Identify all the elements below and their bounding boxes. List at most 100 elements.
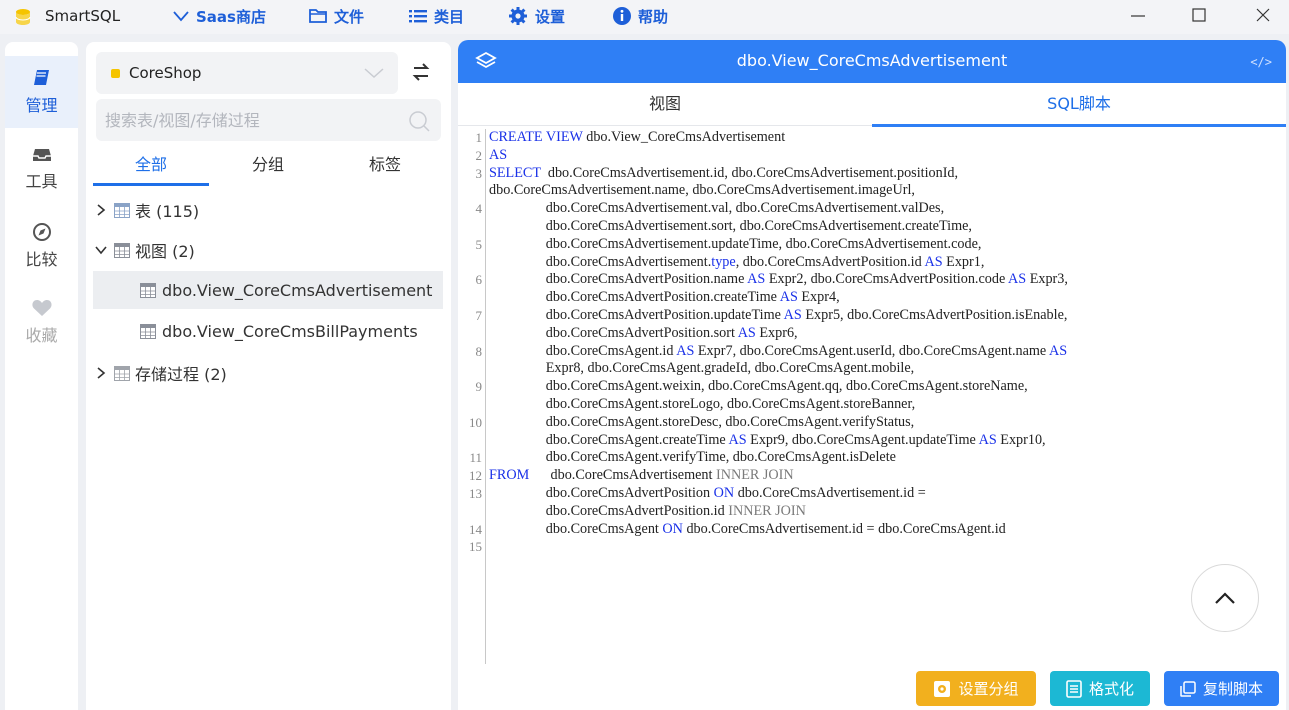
tab-group[interactable]: 分组 — [210, 150, 326, 186]
set-group-label: 设置分组 — [958, 680, 1019, 698]
chevron-right-icon — [93, 204, 109, 216]
tree-node-procedures[interactable]: 存储过程 (2) — [93, 355, 227, 391]
menu-settings[interactable]: 设置 — [507, 5, 565, 27]
rail-item-tools-label: 工具 — [25, 172, 58, 191]
sql-text: dbo.CoreCmsAdvertisement.id = dbo.CoreCm… — [682, 520, 1006, 537]
chevron-down-icon — [364, 68, 384, 79]
sql-text: Expr4, — [797, 289, 840, 306]
code-line: AS — [489, 147, 507, 165]
editor-tabs: 视图 SQL脚本 — [458, 83, 1286, 127]
view-icon — [140, 323, 156, 339]
line-number: 15 — [469, 539, 482, 555]
code-line: dbo.CoreCmsAdvertPosition.updateTime AS … — [489, 307, 1068, 325]
sql-text: dbo.CoreCmsAdvertPosition.id — [489, 502, 729, 519]
sql-text: dbo.CoreCmsAdvertisement. — [489, 253, 712, 270]
sql-keyword: INNER JOIN — [716, 467, 794, 484]
line-number: 10 — [469, 414, 482, 430]
sql-keyword: type — [711, 253, 736, 270]
set-group-button[interactable]: 设置分组 — [916, 671, 1036, 706]
copy-script-label: 复制脚本 — [1202, 680, 1263, 698]
title-bar: SmartSQL Saas商店 文件 类目 设置 帮助 — [0, 0, 1289, 34]
sql-text: dbo.CoreCmsAdvertPosition.sort — [489, 324, 738, 341]
line-number: 14 — [469, 521, 482, 537]
sql-text: , dbo.CoreCmsAdvertPosition.id — [735, 253, 925, 270]
view-icon — [114, 242, 130, 258]
search-icon[interactable] — [407, 109, 431, 133]
sql-keyword: AS — [779, 289, 798, 306]
sql-text: dbo.View_CoreCmsAdvertisement — [582, 129, 786, 145]
line-number: 5 — [475, 236, 483, 252]
line-number: 12 — [469, 468, 482, 484]
close-button[interactable] — [1250, 4, 1276, 26]
rail-item-manage[interactable]: 管理 — [5, 56, 78, 128]
sql-keyword: AS — [978, 431, 997, 448]
code-line: dbo.CoreCmsAgent.storeDesc, dbo.CoreCmsA… — [489, 414, 914, 432]
view-icon — [140, 282, 156, 298]
minimize-icon — [1131, 15, 1145, 17]
code-line: dbo.CoreCmsAdvertisement.updateTime, dbo… — [489, 236, 982, 254]
group-settings-icon — [934, 680, 951, 697]
side-rail: 管理 工具 比较 收藏 — [5, 42, 78, 710]
scroll-top-button[interactable] — [1191, 564, 1259, 632]
menu-file[interactable]: 文件 — [308, 5, 364, 27]
rail-item-favorites[interactable]: 收藏 — [5, 298, 78, 346]
menu-saas-store[interactable]: Saas商店 — [172, 5, 266, 27]
editor-title: dbo.View_CoreCmsAdvertisement — [736, 51, 1008, 70]
code-line: FROM dbo.CoreCmsAdvertisement INNER JOIN — [489, 467, 794, 485]
tree-filter-tabs: 全部 分组 标签 — [93, 150, 443, 186]
code-line: dbo.CoreCmsAgent.verifyTime, dbo.CoreCms… — [489, 449, 896, 467]
rail-item-compare[interactable]: 比较 — [5, 222, 78, 270]
info-icon — [613, 7, 631, 25]
rail-item-tools[interactable]: 工具 — [5, 146, 78, 192]
code-line: Expr8, dbo.CoreCmsAgent.gradeId, dbo.Cor… — [489, 360, 914, 378]
compass-icon — [32, 223, 51, 241]
tree-node-views[interactable]: 视图 (2) — [93, 232, 195, 268]
tab-tag[interactable]: 标签 — [327, 150, 443, 186]
sql-keyword: CREATE VIEW — [489, 129, 583, 145]
sql-text: Expr2, dbo.CoreCmsAdvertPosition.code — [765, 271, 1009, 288]
line-number: 13 — [469, 486, 482, 501]
code-line: dbo.CoreCmsAgent.weixin, dbo.CoreCmsAgen… — [489, 378, 1028, 396]
search-input[interactable] — [96, 99, 386, 141]
sql-text: dbo.CoreCmsAdvertisement.sort, dbo.CoreC… — [489, 218, 972, 234]
book-icon — [33, 70, 49, 85]
refresh-icon[interactable] — [408, 59, 434, 85]
line-gutter: 1 2 3 4 5 6 7 8 9 10 11 12 13 14 15 — [458, 129, 486, 664]
sql-text: Expr9, dbo.CoreCmsAgent.updateTime — [746, 431, 979, 448]
copy-script-button[interactable]: 复制脚本 — [1164, 671, 1279, 706]
tree-node-tables[interactable]: 表 (115) — [93, 192, 199, 228]
list-icon — [409, 10, 427, 23]
database-select[interactable]: CoreShop — [96, 52, 398, 94]
sql-text: dbo.CoreCmsAdvertisement.id, dbo.CoreCms… — [540, 164, 959, 181]
tab-sql-script[interactable]: SQL脚本 — [872, 83, 1286, 127]
format-button[interactable]: 格式化 — [1050, 671, 1150, 706]
sql-keyword: AS — [924, 253, 943, 270]
sql-text: dbo.CoreCmsAdvertisement.val, dbo.CoreCm… — [489, 200, 945, 217]
chevron-up-icon — [1215, 592, 1235, 604]
tree-leaf-view-advertisement[interactable]: dbo.View_CoreCmsAdvertisement — [93, 271, 443, 309]
app-title: SmartSQL — [45, 7, 121, 25]
code-toggle-icon[interactable]: </> — [1250, 55, 1272, 69]
minimize-button[interactable] — [1125, 4, 1151, 26]
format-icon — [1066, 679, 1082, 698]
code-line: dbo.CoreCmsAdvertPosition.createTime AS … — [489, 289, 840, 307]
line-number: 6 — [475, 272, 483, 288]
sql-code-area[interactable]: 1 2 3 4 5 6 7 8 9 10 11 12 13 14 15 CREATE VIEW dbo.Vi… — [458, 129, 1286, 664]
copy-icon — [1180, 680, 1196, 697]
tree-leaf-view-billpayments[interactable]: dbo.View_CoreCmsBillPayments — [93, 312, 443, 350]
sql-text: Expr7, dbo.CoreCmsAgent.userId, dbo.Core… — [694, 342, 1049, 359]
menu-category[interactable]: 类目 — [408, 5, 464, 27]
code-line: dbo.CoreCmsAdvertisement.type, dbo.CoreC… — [489, 253, 985, 272]
tab-all[interactable]: 全部 — [93, 150, 209, 186]
sql-text: dbo.CoreCmsAdvertisement.name, dbo.CoreC… — [489, 182, 915, 199]
sql-keyword: AS — [728, 431, 747, 448]
menu-help[interactable]: 帮助 — [612, 5, 668, 27]
sql-text: dbo.CoreCmsAgent.id — [489, 342, 677, 359]
sql-text: Expr10, — [996, 431, 1046, 448]
code-line: SELECT dbo.CoreCmsAdvertisement.id, dbo.… — [489, 165, 958, 183]
sql-keyword: AS — [676, 342, 695, 359]
tab-view[interactable]: 视图 — [458, 83, 872, 126]
gear-icon — [509, 7, 527, 25]
maximize-button[interactable] — [1186, 4, 1212, 26]
chevron-down-icon — [173, 11, 189, 22]
